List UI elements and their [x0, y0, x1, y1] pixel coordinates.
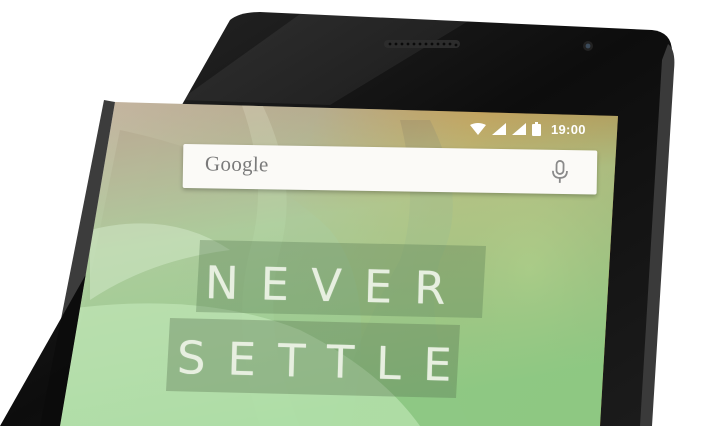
- status-time: 19:00: [551, 121, 586, 137]
- product-photo: 19:00 Google NEVER SETTLE: [0, 0, 710, 426]
- slogan-line-settle: SETTLE: [176, 331, 475, 393]
- google-logo-text: Google: [204, 151, 269, 177]
- google-search-bar[interactable]: Google: [182, 144, 598, 195]
- wifi-icon: [470, 123, 486, 135]
- battery-icon: [532, 122, 541, 136]
- slogan-line-never: NEVER: [204, 256, 469, 316]
- signal-icon: [512, 123, 526, 135]
- microphone-icon[interactable]: [551, 160, 569, 184]
- status-bar: 19:00: [470, 118, 610, 140]
- earpiece-grille: [384, 40, 460, 48]
- signal-icon: [492, 123, 506, 135]
